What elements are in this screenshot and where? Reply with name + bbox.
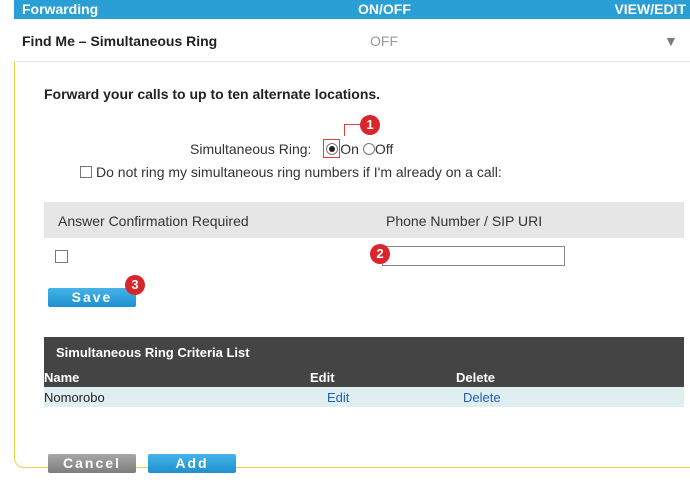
- header-on-off: ON/OFF: [358, 1, 411, 17]
- criteria-list-title: Simultaneous Ring Criteria List: [44, 337, 684, 367]
- criteria-list-header: Name Edit Delete: [44, 367, 684, 387]
- answer-confirmation-header: Answer Confirmation Required: [58, 213, 249, 229]
- phone-number-input[interactable]: [382, 246, 565, 266]
- off-radio-label: Off: [374, 141, 394, 157]
- criteria-row-name: Nomorobo: [44, 390, 105, 405]
- busy-option-label: Do not ring my simultaneous ring numbers…: [96, 164, 502, 180]
- off-radio[interactable]: [362, 143, 375, 155]
- on-radio-label: On: [340, 141, 359, 157]
- section-state: OFF: [370, 33, 398, 49]
- phone-number-header: Phone Number / SIP URI: [386, 213, 543, 229]
- answer-table-header: Answer Confirmation Required Phone Numbe…: [44, 202, 684, 238]
- callout-badge-1: 1: [360, 115, 380, 135]
- header-view-edit: VIEW/EDIT: [614, 1, 686, 17]
- criteria-col-delete: Delete: [456, 370, 496, 385]
- find-me-section-row[interactable]: Find Me – Simultaneous Ring OFF ▼: [14, 19, 690, 62]
- criteria-col-edit: Edit: [310, 370, 335, 385]
- intro-text: Forward your calls to up to ten alternat…: [44, 86, 381, 102]
- busy-option-checkbox[interactable]: [80, 166, 92, 178]
- answer-confirmation-checkbox[interactable]: [55, 250, 68, 263]
- save-button[interactable]: Save: [48, 288, 136, 307]
- criteria-list: Simultaneous Ring Criteria List Name Edi…: [44, 337, 684, 407]
- criteria-row: Nomorobo Edit Delete: [44, 387, 684, 407]
- forwarding-header-bar: Forwarding ON/OFF VIEW/EDIT: [14, 0, 690, 19]
- simultaneous-ring-label: Simultaneous Ring:: [190, 141, 312, 157]
- criteria-col-name: Name: [44, 370, 80, 385]
- busy-option-row: Do not ring my simultaneous ring numbers…: [80, 164, 502, 180]
- on-radio-highlight: [323, 139, 341, 158]
- section-title: Find Me – Simultaneous Ring: [22, 33, 218, 49]
- callout-badge-3: 3: [125, 275, 145, 295]
- on-radio[interactable]: [326, 143, 339, 155]
- collapse-arrow-icon[interactable]: ▼: [664, 33, 678, 49]
- simultaneous-ring-row: Simultaneous Ring: On Off: [190, 139, 393, 158]
- callout-leader-line: [344, 124, 361, 136]
- cancel-button[interactable]: Cancel: [48, 454, 136, 473]
- add-button[interactable]: Add: [148, 454, 236, 473]
- criteria-row-delete-link[interactable]: Delete: [463, 390, 501, 405]
- header-forwarding: Forwarding: [22, 1, 99, 17]
- callout-badge-2: 2: [370, 244, 390, 264]
- criteria-row-edit-link[interactable]: Edit: [327, 390, 349, 405]
